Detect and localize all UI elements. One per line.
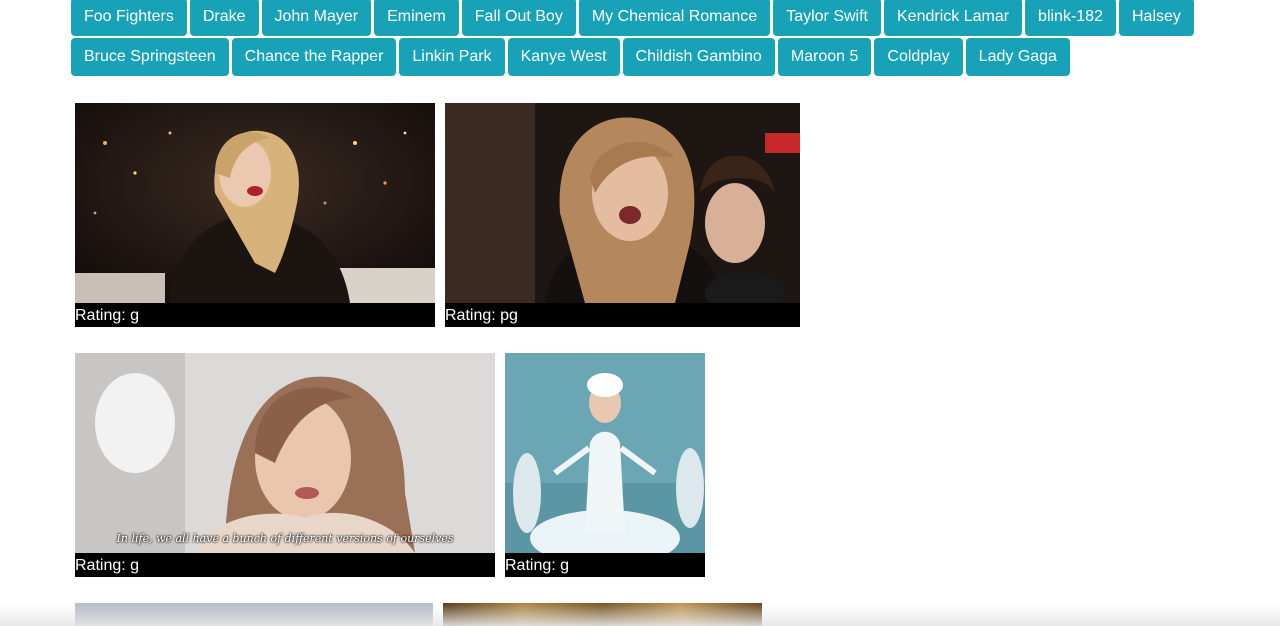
- gif-card[interactable]: In life, we all have a bunch of differen…: [75, 353, 495, 577]
- gif-image[interactable]: [505, 353, 705, 553]
- artist-button-childish-gambino[interactable]: Childish Gambino: [622, 38, 775, 76]
- gif-card[interactable]: Rating: g: [75, 103, 435, 327]
- gif-card[interactable]: Rating: pg: [445, 103, 800, 327]
- gif-rating: Rating: pg: [445, 303, 800, 327]
- artist-button-blink-182[interactable]: blink-182: [1025, 0, 1116, 36]
- artist-button-linkin-park[interactable]: Linkin Park: [399, 38, 505, 76]
- artist-buttons: Foo Fighters Drake John Mayer Eminem Fal…: [71, 0, 1201, 76]
- gif-image[interactable]: [443, 603, 762, 626]
- gif-image[interactable]: [75, 353, 495, 553]
- gif-caption: In life, we all have a bunch of differen…: [116, 532, 454, 545]
- gif-rating: Rating: g: [505, 553, 705, 577]
- artist-button-taylor-swift[interactable]: Taylor Swift: [773, 0, 881, 36]
- artist-button-coldplay[interactable]: Coldplay: [874, 38, 963, 76]
- artist-button-halsey[interactable]: Halsey: [1118, 0, 1194, 36]
- artist-button-drake[interactable]: Drake: [189, 0, 259, 36]
- artist-button-kanye-west[interactable]: Kanye West: [507, 38, 620, 76]
- artist-button-kendrick-lamar[interactable]: Kendrick Lamar: [884, 0, 1023, 36]
- artist-button-maroon-5[interactable]: Maroon 5: [777, 38, 872, 76]
- artist-button-my-chemical-romance[interactable]: My Chemical Romance: [578, 0, 771, 36]
- gif-image[interactable]: [75, 103, 435, 303]
- artist-button-john-mayer[interactable]: John Mayer: [261, 0, 372, 36]
- artist-button-chance-the-rapper[interactable]: Chance the Rapper: [231, 38, 397, 76]
- artist-button-lady-gaga[interactable]: Lady Gaga: [965, 38, 1070, 76]
- gif-rating: Rating: g: [75, 553, 495, 577]
- gif-image[interactable]: [445, 103, 800, 303]
- gif-card[interactable]: [75, 603, 433, 626]
- gif-image[interactable]: [75, 603, 433, 626]
- artist-button-eminem[interactable]: Eminem: [374, 0, 459, 36]
- gif-rating: Rating: g: [75, 303, 435, 327]
- artist-button-foo-fighters[interactable]: Foo Fighters: [71, 0, 187, 36]
- artist-button-fall-out-boy[interactable]: Fall Out Boy: [461, 0, 576, 36]
- artist-button-bruce-springsteen[interactable]: Bruce Springsteen: [71, 38, 229, 76]
- gif-card[interactable]: Rating: g: [505, 353, 705, 577]
- gif-card[interactable]: [443, 603, 762, 626]
